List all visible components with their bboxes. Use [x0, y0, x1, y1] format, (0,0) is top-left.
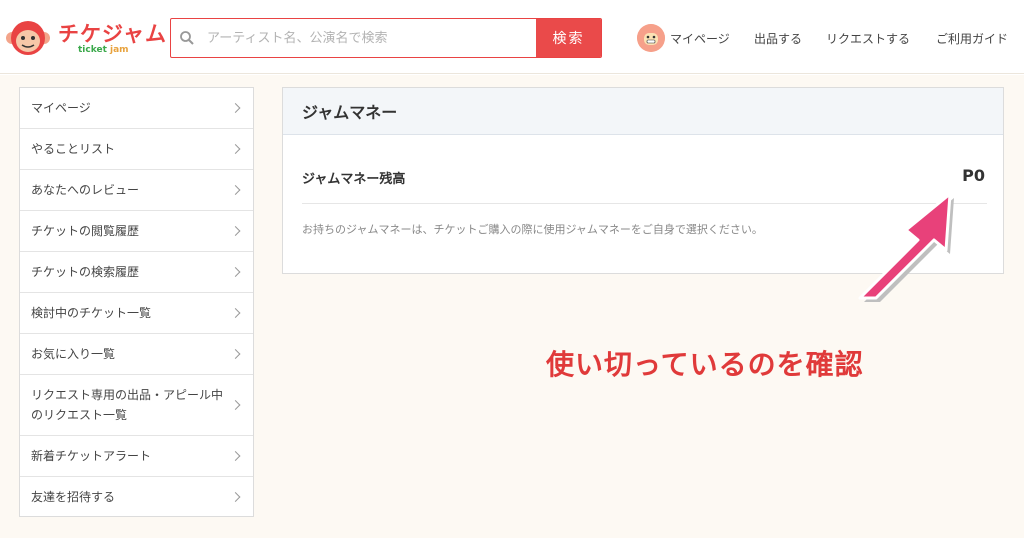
- sidebar-item-label: 友達を招待する: [31, 489, 116, 504]
- chevron-right-icon: [230, 226, 241, 236]
- chevron-right-icon: [230, 349, 241, 359]
- search-icon: [180, 31, 194, 45]
- sidebar-menu: マイページ やることリスト あなたへのレビュー チケットの閲覧履歴 チケットの検…: [19, 87, 254, 517]
- sidebar-item-label: やることリスト: [31, 142, 116, 156]
- sidebar-item-request-listings[interactable]: リクエスト専用の出品・アピール中のリクエスト一覧: [20, 375, 253, 436]
- usage-note: お持ちのジャムマネーは、チケットご購入の際に使用ジャムマネーをご自身で選択くださ…: [302, 223, 763, 236]
- sidebar-item-label: チケットの検索履歴: [31, 265, 140, 279]
- sidebar-item-label: リクエスト専用の出品・アピール中のリクエスト一覧: [31, 388, 224, 422]
- nav-mypage[interactable]: マイページ: [637, 22, 730, 54]
- chevron-right-icon: [230, 451, 241, 461]
- chevron-right-icon: [230, 103, 241, 113]
- sidebar-item-view-history[interactable]: チケットの閲覧履歴: [20, 211, 253, 252]
- nav-guide-link[interactable]: ご利用ガイド: [936, 30, 1008, 47]
- sidebar-item-considering[interactable]: 検討中のチケット一覧: [20, 293, 253, 334]
- sidebar-item-ticket-alert[interactable]: 新着チケットアラート: [20, 436, 253, 477]
- sidebar-item-mypage[interactable]: マイページ: [20, 88, 253, 129]
- arrow-up-right-icon: [858, 192, 954, 302]
- sidebar-item-favorites[interactable]: お気に入り一覧: [20, 334, 253, 375]
- chevron-right-icon: [230, 308, 241, 318]
- sidebar-item-label: 新着チケットアラート: [31, 449, 152, 463]
- search-input[interactable]: [207, 19, 537, 57]
- nav-sell-link[interactable]: 出品する: [754, 30, 802, 47]
- sidebar-item-reviews[interactable]: あなたへのレビュー: [20, 170, 253, 211]
- sidebar-item-todo[interactable]: やることリスト: [20, 129, 253, 170]
- monkey-avatar-icon: [637, 24, 665, 52]
- sidebar-item-label: あなたへのレビュー: [31, 183, 140, 197]
- nav-mypage-label: マイページ: [670, 31, 730, 46]
- chevron-right-icon: [230, 491, 241, 502]
- search-button[interactable]: 検索: [536, 19, 601, 57]
- chevron-right-icon: [230, 400, 241, 410]
- annotation-text: 使い切っているのを確認: [546, 348, 864, 381]
- logo-subtext: ticket jam: [78, 45, 129, 55]
- balance-value: P0: [962, 166, 985, 185]
- search-bar: 検索: [170, 18, 602, 58]
- site-header: チケジャム ticket jam 検索 マイページ 出品する リクエストする ご…: [0, 0, 1024, 74]
- sidebar-item-invite[interactable]: 友達を招待する: [20, 477, 253, 516]
- balance-label: ジャムマネー残高: [302, 172, 406, 187]
- chevron-right-icon: [230, 185, 241, 195]
- chevron-right-icon: [230, 267, 241, 277]
- sidebar-item-label: チケットの閲覧履歴: [31, 224, 140, 238]
- avatar: [637, 24, 665, 52]
- logo[interactable]: チケジャム ticket jam: [6, 18, 166, 58]
- sidebar-item-label: お気に入り一覧: [31, 347, 116, 361]
- monkey-logo-icon: [6, 21, 50, 55]
- panel-title: ジャムマネー: [283, 88, 1003, 135]
- chevron-right-icon: [230, 144, 241, 154]
- logo-text: チケジャム: [58, 22, 167, 46]
- sidebar-item-label: 検討中のチケット一覧: [31, 306, 152, 320]
- sidebar-item-search-history[interactable]: チケットの検索履歴: [20, 252, 253, 293]
- sidebar-item-label: マイページ: [31, 101, 91, 115]
- nav-request-link[interactable]: リクエストする: [826, 30, 910, 47]
